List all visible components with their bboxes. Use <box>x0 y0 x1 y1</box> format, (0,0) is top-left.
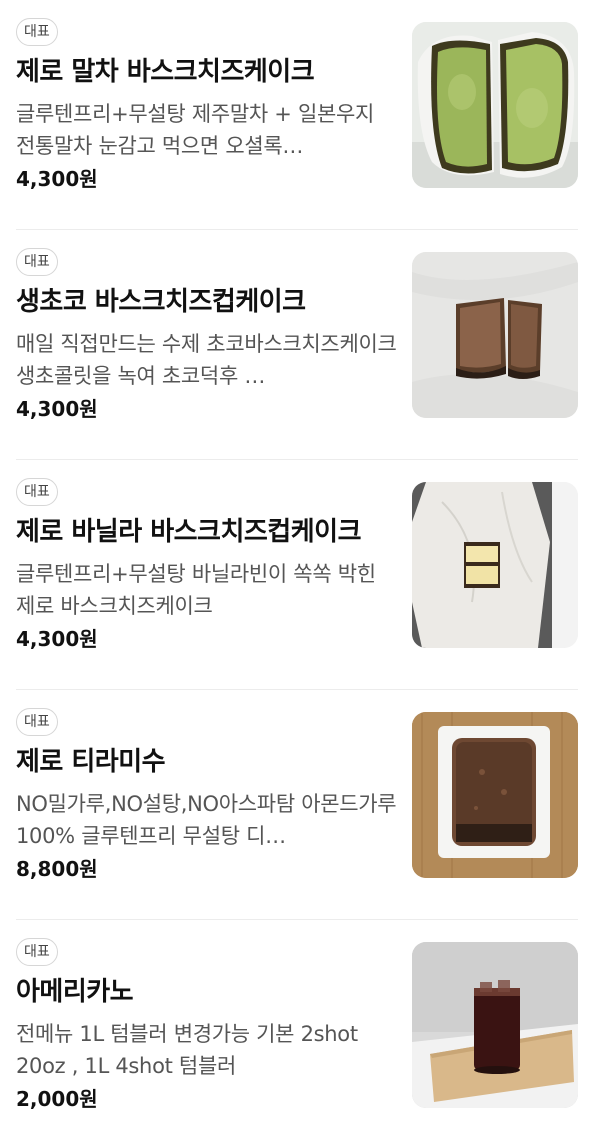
menu-item-info: 대표 아메리카노 전메뉴 1L 텀블러 변경가능 기본 2shot 20oz ,… <box>16 938 398 1114</box>
signature-badge: 대표 <box>16 708 58 736</box>
menu-item-price: 4,300원 <box>16 167 98 191</box>
menu-item-photo[interactable] <box>412 712 578 878</box>
matcha-cheesecake-image <box>412 22 578 188</box>
menu-item-photo[interactable] <box>412 252 578 418</box>
menu-item-matcha-basque[interactable]: 대표 제로 말차 바스크치즈케이크 글루텐프리+무설탕 제주말차 + 일본우지 … <box>16 0 578 230</box>
menu-item-description: 글루텐프리+무설탕 제주말차 + 일본우지 전통말차 눈감고 먹으면 오셜록… <box>16 102 375 158</box>
menu-item-price: 2,000원 <box>16 1087 98 1111</box>
menu-item-info: 대표 생초코 바스크치즈컵케이크 매일 직접만드는 수제 초코바스크치즈케이크 … <box>16 248 398 424</box>
menu-item-name: 제로 티라미수 <box>16 747 166 777</box>
menu-item-info: 대표 제로 바닐라 바스크치즈컵케이크 글루텐프리+무설탕 바닐라빈이 쏙쏙 박… <box>16 478 398 654</box>
menu-item-vanilla-basque[interactable]: 대표 제로 바닐라 바스크치즈컵케이크 글루텐프리+무설탕 바닐라빈이 쏙쏙 박… <box>16 460 578 690</box>
menu-item-info: 대표 제로 말차 바스크치즈케이크 글루텐프리+무설탕 제주말차 + 일본우지 … <box>16 18 398 194</box>
menu-item-name: 생초코 바스크치즈컵케이크 <box>16 287 306 317</box>
signature-badge: 대표 <box>16 938 58 966</box>
menu-item-name: 제로 말차 바스크치즈케이크 <box>16 57 315 87</box>
menu-item-choco-basque[interactable]: 대표 생초코 바스크치즈컵케이크 매일 직접만드는 수제 초코바스크치즈케이크 … <box>16 230 578 460</box>
menu-item-price: 8,800원 <box>16 857 98 881</box>
menu-item-price: 4,300원 <box>16 627 98 651</box>
signature-badge: 대표 <box>16 248 58 276</box>
menu-item-name: 제로 바닐라 바스크치즈컵케이크 <box>16 517 361 547</box>
menu-item-tiramisu[interactable]: 대표 제로 티라미수 NO밀가루,NO설탕,NO아스파탐 아몬드가루 100% … <box>16 690 578 920</box>
menu-item-description: 매일 직접만드는 수제 초코바스크치즈케이크 생초콜릿을 녹여 초코덕후 … <box>16 332 397 388</box>
menu-item-photo[interactable] <box>412 482 578 648</box>
menu-item-americano[interactable]: 대표 아메리카노 전메뉴 1L 텀블러 변경가능 기본 2shot 20oz ,… <box>16 920 578 1142</box>
menu-item-description: NO밀가루,NO설탕,NO아스파탐 아몬드가루 100% 글루텐프리 무설탕 디… <box>16 792 397 848</box>
signature-badge: 대표 <box>16 478 58 506</box>
menu-list: 대표 제로 말차 바스크치즈케이크 글루텐프리+무설탕 제주말차 + 일본우지 … <box>0 0 592 1142</box>
menu-item-info: 대표 제로 티라미수 NO밀가루,NO설탕,NO아스파탐 아몬드가루 100% … <box>16 708 398 884</box>
menu-item-photo[interactable] <box>412 942 578 1108</box>
menu-item-name: 아메리카노 <box>16 977 134 1007</box>
menu-item-photo[interactable] <box>412 22 578 188</box>
vanilla-cheesecake-image <box>412 482 578 648</box>
signature-badge: 대표 <box>16 18 58 46</box>
menu-item-price: 4,300원 <box>16 397 98 421</box>
menu-item-description: 전메뉴 1L 텀블러 변경가능 기본 2shot 20oz , 1L 4shot… <box>16 1022 358 1078</box>
chocolate-cheesecake-image <box>412 252 578 418</box>
tiramisu-image <box>412 712 578 878</box>
menu-item-description: 글루텐프리+무설탕 바닐라빈이 쏙쏙 박힌 제로 바스크치즈케이크 <box>16 562 376 618</box>
americano-image <box>412 942 578 1108</box>
